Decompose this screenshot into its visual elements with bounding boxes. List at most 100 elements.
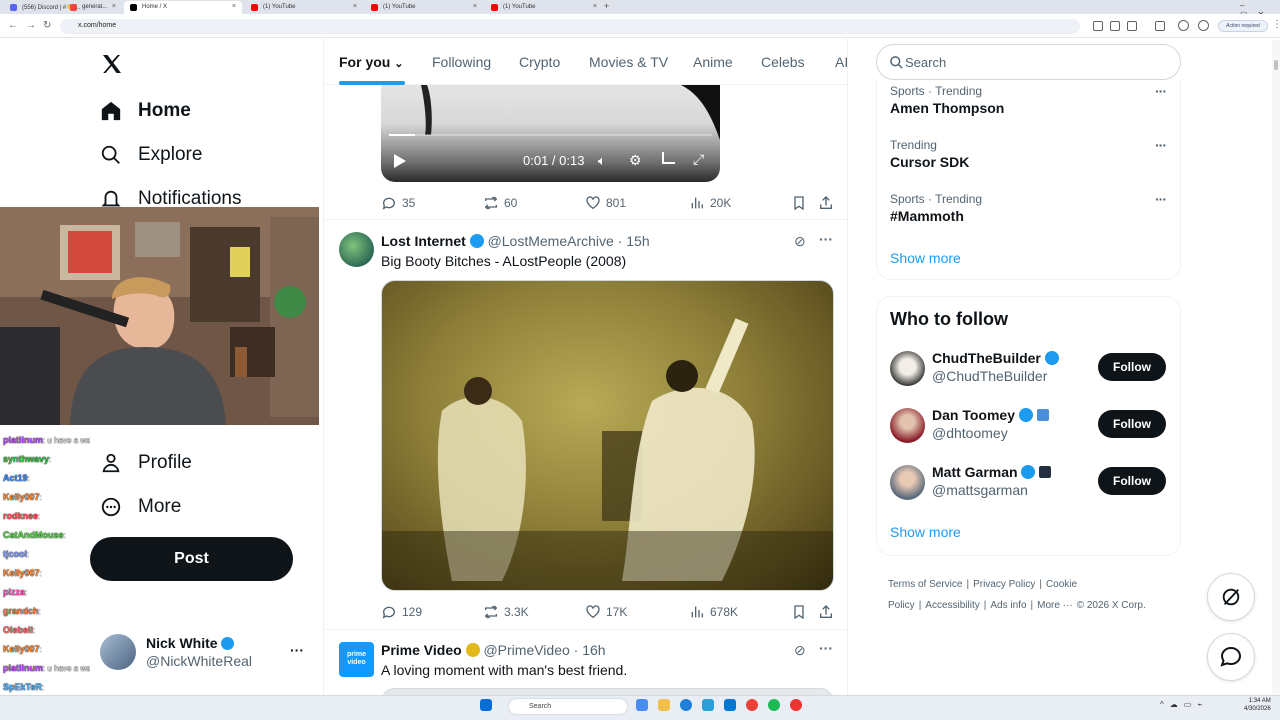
trend-more-icon[interactable]: ··· bbox=[1155, 191, 1167, 207]
new-tab-button[interactable]: + bbox=[604, 1, 609, 11]
edge-icon[interactable] bbox=[680, 699, 692, 711]
browser-tab-youtube-1[interactable]: (1) YouTube × bbox=[245, 1, 363, 14]
forward-icon[interactable]: → bbox=[26, 20, 36, 31]
extension-icon[interactable] bbox=[1110, 21, 1120, 31]
close-tab-icon[interactable]: × bbox=[232, 3, 236, 10]
repost-button[interactable]: 60 bbox=[483, 195, 517, 211]
footer-link[interactable]: Terms of Service bbox=[888, 579, 962, 590]
browser-tab-generate[interactable]: generat... bbox=[64, 1, 122, 14]
profile-icon[interactable] bbox=[1178, 20, 1189, 31]
reply-button[interactable]: 129 bbox=[381, 604, 422, 620]
follow-button[interactable]: Follow bbox=[1098, 410, 1166, 438]
nav-explore[interactable]: Explore bbox=[100, 141, 202, 169]
bookmark-button[interactable] bbox=[791, 604, 807, 620]
avatar[interactable] bbox=[890, 351, 925, 386]
search-input[interactable]: Search bbox=[876, 44, 1181, 80]
taskbar-app-icon[interactable] bbox=[724, 699, 736, 711]
tweet-media[interactable] bbox=[381, 688, 834, 695]
spotify-icon[interactable] bbox=[768, 699, 780, 711]
account-icon[interactable] bbox=[1198, 20, 1209, 31]
repost-button[interactable]: 3.3K bbox=[483, 604, 529, 620]
views-button[interactable]: 20K bbox=[689, 195, 731, 211]
system-tray-icons[interactable]: ^☁︎▭⌁ bbox=[1160, 700, 1208, 709]
like-button[interactable]: 17K bbox=[585, 604, 627, 620]
tab-movies-tv[interactable]: Movies & TV bbox=[589, 54, 668, 70]
views-button[interactable]: 678K bbox=[689, 604, 738, 620]
play-icon[interactable] bbox=[393, 153, 407, 169]
tab-celebs[interactable]: Celebs bbox=[761, 54, 805, 70]
footer-link[interactable]: More ··· bbox=[1037, 600, 1073, 611]
follow-suggestion[interactable]: Dan Toomey @dhtoomey Follow bbox=[890, 406, 1170, 446]
messages-button[interactable] bbox=[1207, 633, 1255, 681]
avatar[interactable] bbox=[890, 465, 925, 500]
video-progress-track[interactable] bbox=[389, 134, 712, 136]
browser-tab-youtube-3[interactable]: (1) YouTube × bbox=[485, 1, 603, 14]
trend-more-icon[interactable]: ··· bbox=[1155, 137, 1167, 153]
avatar[interactable] bbox=[339, 232, 374, 267]
author-name[interactable]: Lost Internet bbox=[381, 233, 466, 249]
follow-suggestion[interactable]: ChudTheBuilder @ChudTheBuilder Follow bbox=[890, 349, 1170, 389]
back-icon[interactable]: ← bbox=[8, 20, 18, 31]
tab-ai[interactable]: AI bbox=[835, 54, 847, 70]
video-player[interactable]: 0:01 / 0:13 🔈︎ ⚙︎ ⤢ bbox=[381, 85, 720, 182]
tab-following[interactable]: Following bbox=[432, 54, 491, 70]
menu-kebab-icon[interactable]: ⋮ bbox=[1272, 19, 1280, 30]
who-to-follow-show-more-link[interactable]: Show more bbox=[890, 524, 961, 540]
browser-tab-x-home[interactable]: Home / X × bbox=[124, 1, 242, 14]
settings-gear-icon[interactable]: ⚙︎ bbox=[629, 152, 642, 169]
follow-button[interactable]: Follow bbox=[1098, 467, 1166, 495]
author-handle[interactable]: @PrimeVideo bbox=[483, 642, 569, 658]
share-button[interactable] bbox=[818, 195, 834, 211]
footer-link[interactable]: Ads info bbox=[990, 600, 1026, 611]
tab-for-you[interactable]: For you ⌄ bbox=[339, 54, 403, 70]
footer-link[interactable]: © 2026 X Corp. bbox=[1077, 600, 1146, 611]
taskbar-app-icon[interactable] bbox=[636, 699, 648, 711]
tab-crypto[interactable]: Crypto bbox=[519, 54, 560, 70]
taskbar-app-icon[interactable] bbox=[702, 699, 714, 711]
scrollbar-thumb[interactable] bbox=[1274, 60, 1278, 70]
close-tab-icon[interactable]: × bbox=[353, 3, 357, 10]
tweet-more-icon[interactable]: ··· bbox=[819, 640, 833, 656]
taskbar-search[interactable]: Search bbox=[508, 698, 628, 715]
trends-show-more-link[interactable]: Show more bbox=[890, 250, 961, 266]
pip-icon[interactable] bbox=[662, 152, 675, 164]
grok-icon[interactable]: ⊘ bbox=[794, 642, 806, 659]
action-required-chip[interactable]: Action required bbox=[1218, 20, 1268, 32]
post-button[interactable]: Post bbox=[90, 537, 293, 581]
trend-more-icon[interactable]: ··· bbox=[1155, 83, 1167, 99]
extension-icon[interactable] bbox=[1093, 21, 1103, 31]
avatar[interactable] bbox=[890, 408, 925, 443]
reload-icon[interactable]: ↻ bbox=[43, 20, 51, 31]
nav-more[interactable]: More bbox=[100, 493, 181, 521]
avatar[interactable]: prime video bbox=[339, 642, 374, 677]
share-button[interactable] bbox=[818, 604, 834, 620]
fullscreen-icon[interactable]: ⤢ bbox=[693, 151, 704, 168]
author-handle[interactable]: @LostMemeArchive bbox=[488, 233, 614, 249]
tab-anime[interactable]: Anime bbox=[693, 54, 733, 70]
account-more-icon[interactable]: ··· bbox=[290, 642, 304, 658]
taskbar-clock[interactable]: 1:34 AM 4/30/2026 bbox=[1244, 697, 1271, 713]
tweet-video[interactable] bbox=[381, 280, 834, 591]
reply-button[interactable]: 35 bbox=[381, 195, 415, 211]
browser-tab-youtube-2[interactable]: (1) YouTube × bbox=[365, 1, 483, 14]
file-explorer-icon[interactable] bbox=[658, 699, 670, 711]
bookmark-button[interactable] bbox=[791, 195, 807, 211]
grok-button[interactable] bbox=[1207, 573, 1255, 621]
follow-suggestion[interactable]: Matt Garman @mattsgarman Follow bbox=[890, 463, 1170, 503]
close-tab-icon[interactable]: × bbox=[473, 3, 477, 10]
page-scrollbar[interactable] bbox=[1272, 40, 1280, 695]
tweet-time[interactable]: · 15h bbox=[618, 233, 650, 249]
close-tab-icon[interactable]: × bbox=[593, 3, 597, 10]
tweet-time[interactable]: · 16h bbox=[574, 642, 606, 658]
follow-button[interactable]: Follow bbox=[1098, 353, 1166, 381]
extensions-puzzle-icon[interactable] bbox=[1127, 21, 1137, 31]
address-bar[interactable]: x.com/home bbox=[60, 19, 1080, 34]
grok-icon[interactable]: ⊘ bbox=[794, 233, 806, 250]
like-button[interactable]: 801 bbox=[585, 195, 626, 211]
chrome-icon[interactable] bbox=[746, 699, 758, 711]
start-menu-icon[interactable] bbox=[480, 699, 492, 711]
volume-icon[interactable]: 🔈︎ bbox=[598, 153, 606, 169]
taskbar-app-icon[interactable] bbox=[790, 699, 802, 711]
tweet-more-icon[interactable]: ··· bbox=[819, 231, 833, 247]
side-panel-icon[interactable] bbox=[1155, 21, 1165, 31]
